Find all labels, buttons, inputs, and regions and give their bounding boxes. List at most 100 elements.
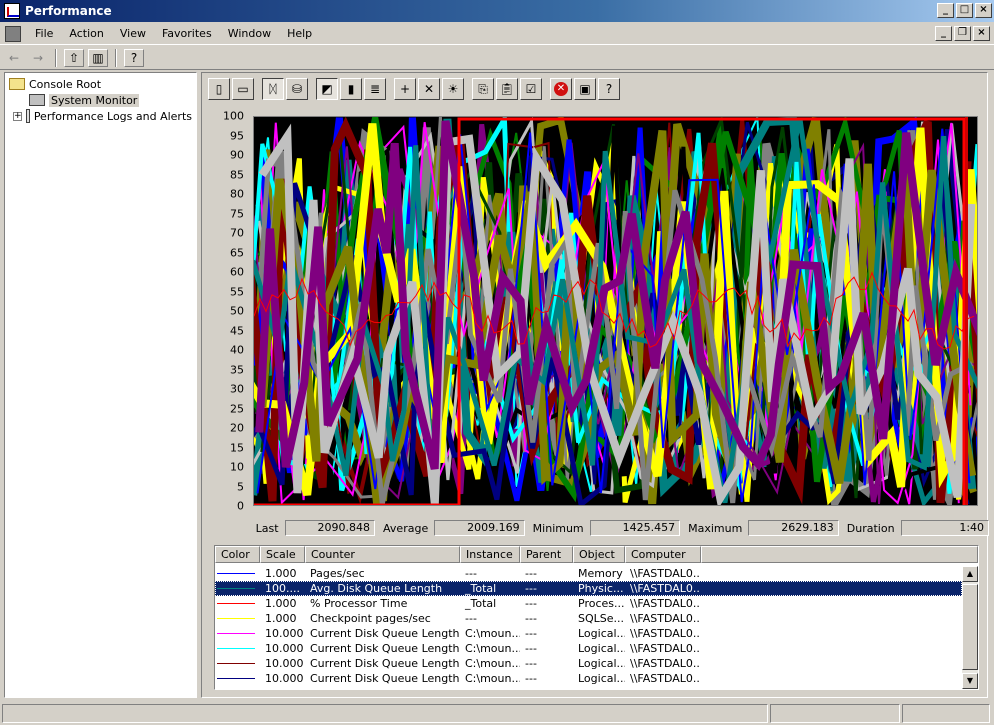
color-swatch (217, 633, 255, 634)
view-current-activity-icon[interactable]: ᛞ (262, 78, 284, 100)
y-tick-label: 0 (237, 499, 244, 513)
maximize-button[interactable]: □ (956, 3, 973, 18)
menu-file[interactable]: File (27, 25, 61, 42)
legend-rows: 1.000 Pages/sec --- --- Memory \\FASTDAL0... 1… (215, 566, 962, 689)
legend-column-color[interactable]: Color (215, 546, 260, 563)
scroll-thumb[interactable] (962, 584, 978, 670)
y-tick-label: 40 (230, 343, 244, 357)
view-log-data-icon[interactable]: ⛁ (286, 78, 308, 100)
legend-column-instance[interactable]: Instance (460, 546, 520, 563)
legend-computer-cell: \\FASTDAL0... (630, 642, 701, 655)
performance-app-icon[interactable] (4, 3, 20, 19)
delete-counter-icon[interactable]: ✕ (418, 78, 440, 100)
properties-icon[interactable]: ☑ (520, 78, 542, 100)
legend-color-cell (215, 663, 260, 664)
mmc-console-icon[interactable] (5, 25, 21, 42)
legend-color-cell (215, 633, 260, 634)
legend-object-cell: Logical... (578, 642, 625, 655)
y-tick-label: 100 (223, 109, 244, 123)
legend-counter-cell: Current Disk Queue Length (310, 672, 460, 685)
legend-counter-cell: Avg. Disk Queue Length (310, 582, 443, 595)
monitor-toolbar: ▯ ▭ ᛞ ⛁ ◩ ▮ ≣ + ✕ ☀ ⎘ 📋︎ ☑ ✕ ▣ ? (208, 77, 620, 101)
menu-view[interactable]: View (112, 25, 154, 42)
child-restore-button[interactable]: ❐ (954, 26, 971, 41)
tree-item-performance-logs[interactable]: + Performance Logs and Alerts (9, 108, 192, 124)
value-bar: Last 2090.848 Average 2009.169 Minimum 1… (202, 519, 990, 537)
maximum-label: Maximum (688, 521, 743, 535)
paste-counter-list-icon[interactable]: 📋︎ (496, 78, 518, 100)
legend-row[interactable]: 1.000 Pages/sec --- --- Memory \\FASTDAL0... (215, 566, 962, 581)
legend-row[interactable]: 1.000 % Processor Time _Total --- Proces... \… (215, 596, 962, 611)
freeze-display-icon[interactable]: ✕ (550, 78, 572, 100)
child-close-button[interactable]: × (973, 26, 990, 41)
highlight-icon[interactable]: ☀ (442, 78, 464, 100)
view-report-icon[interactable]: ≣ (364, 78, 386, 100)
view-graph-icon[interactable]: ◩ (316, 78, 338, 100)
legend-counter-cell: Current Disk Queue Length (310, 642, 460, 655)
tree-item-system-monitor[interactable]: System Monitor (9, 92, 192, 108)
legend-column-parent[interactable]: Parent (520, 546, 573, 563)
scroll-up-button[interactable]: ▲ (962, 566, 978, 582)
legend-column-counter[interactable]: Counter (305, 546, 460, 563)
up-folder-icon[interactable]: ⇧ (64, 48, 84, 67)
graph-plot[interactable] (253, 116, 978, 506)
legend-computer-cell: \\FASTDAL0... (630, 672, 701, 685)
y-tick-label: 50 (230, 304, 244, 318)
toolbar-separator (115, 48, 117, 67)
legend-row[interactable]: 10.000 Current Disk Queue Length C:\moun..… (215, 641, 962, 656)
legend-scale-cell: 100.... (265, 582, 300, 595)
help-icon[interactable]: ? (124, 48, 144, 67)
menu-action[interactable]: Action (61, 25, 111, 42)
legend-computer-cell: \\FASTDAL0... (630, 582, 701, 595)
legend-scrollbar[interactable]: ▲ ▼ (962, 566, 978, 689)
legend-row[interactable]: 10.000 Current Disk Queue Length C:\moun..… (215, 671, 962, 686)
toolbar-separator (55, 48, 57, 67)
y-tick-label: 55 (230, 285, 244, 298)
child-window-controls: _ ❐ × (935, 26, 990, 41)
y-tick-label: 80 (230, 187, 244, 201)
legend-column-object[interactable]: Object (573, 546, 625, 563)
legend-column-scale[interactable]: Scale (260, 546, 305, 563)
performance-logs-icon (26, 109, 30, 123)
scroll-down-button[interactable]: ▼ (962, 673, 978, 689)
legend-row[interactable]: 100.... Avg. Disk Queue Length _Total --- Ph… (215, 581, 962, 596)
legend-row[interactable]: 10.000 Current Disk Queue Length C:\moun..… (215, 656, 962, 671)
legend-scale-cell: 1.000 (265, 612, 297, 625)
legend-parent-cell: --- (525, 642, 537, 655)
tree-item-console-root[interactable]: Console Root (9, 76, 192, 92)
child-minimize-button[interactable]: _ (935, 26, 952, 41)
menu-window[interactable]: Window (220, 25, 279, 42)
view-histogram-icon[interactable]: ▮ (340, 78, 362, 100)
expand-icon[interactable]: + (13, 111, 22, 121)
legend-parent-cell: --- (525, 627, 537, 640)
menu-help[interactable]: Help (279, 25, 320, 42)
clear-display-icon[interactable]: ▭ (232, 78, 254, 100)
counter-legend: Color Scale Counter Instance Parent Object Com… (214, 545, 979, 690)
legend-object-cell: Physic... (578, 582, 624, 595)
update-data-icon[interactable]: ▣ (574, 78, 596, 100)
legend-object-cell: Logical... (578, 627, 625, 640)
y-tick-label: 45 (230, 324, 244, 337)
legend-computer-cell: \\FASTDAL0... (630, 597, 701, 610)
close-button[interactable]: × (975, 3, 992, 18)
legend-parent-cell: --- (525, 582, 537, 595)
forward-arrow-icon[interactable]: → (28, 49, 48, 67)
copy-properties-icon[interactable]: ⎘ (472, 78, 494, 100)
system-monitor-icon (29, 94, 45, 106)
color-swatch (217, 648, 255, 649)
legend-row[interactable]: 1.000 Checkpoint pages/sec --- --- SQLSe... \… (215, 611, 962, 626)
menu-favorites[interactable]: Favorites (154, 25, 220, 42)
add-counter-icon[interactable]: + (394, 78, 416, 100)
minimize-button[interactable]: _ (937, 3, 954, 18)
legend-column-computer[interactable]: Computer (625, 546, 701, 563)
legend-object-cell: Memory (578, 567, 623, 580)
show-tree-icon[interactable]: ▥ (88, 48, 108, 67)
console-tree: Console Root System Monitor + Performanc… (4, 72, 197, 698)
legend-scale-cell: 1.000 (265, 567, 297, 580)
title-bar[interactable]: Performance _ □ × (0, 0, 994, 22)
help-icon[interactable]: ? (598, 78, 620, 100)
legend-computer-cell: \\FASTDAL0... (630, 657, 701, 670)
legend-row[interactable]: 10.000 Current Disk Queue Length C:\moun..… (215, 626, 962, 641)
back-arrow-icon[interactable]: ← (4, 49, 24, 67)
new-counter-set-icon[interactable]: ▯ (208, 78, 230, 100)
